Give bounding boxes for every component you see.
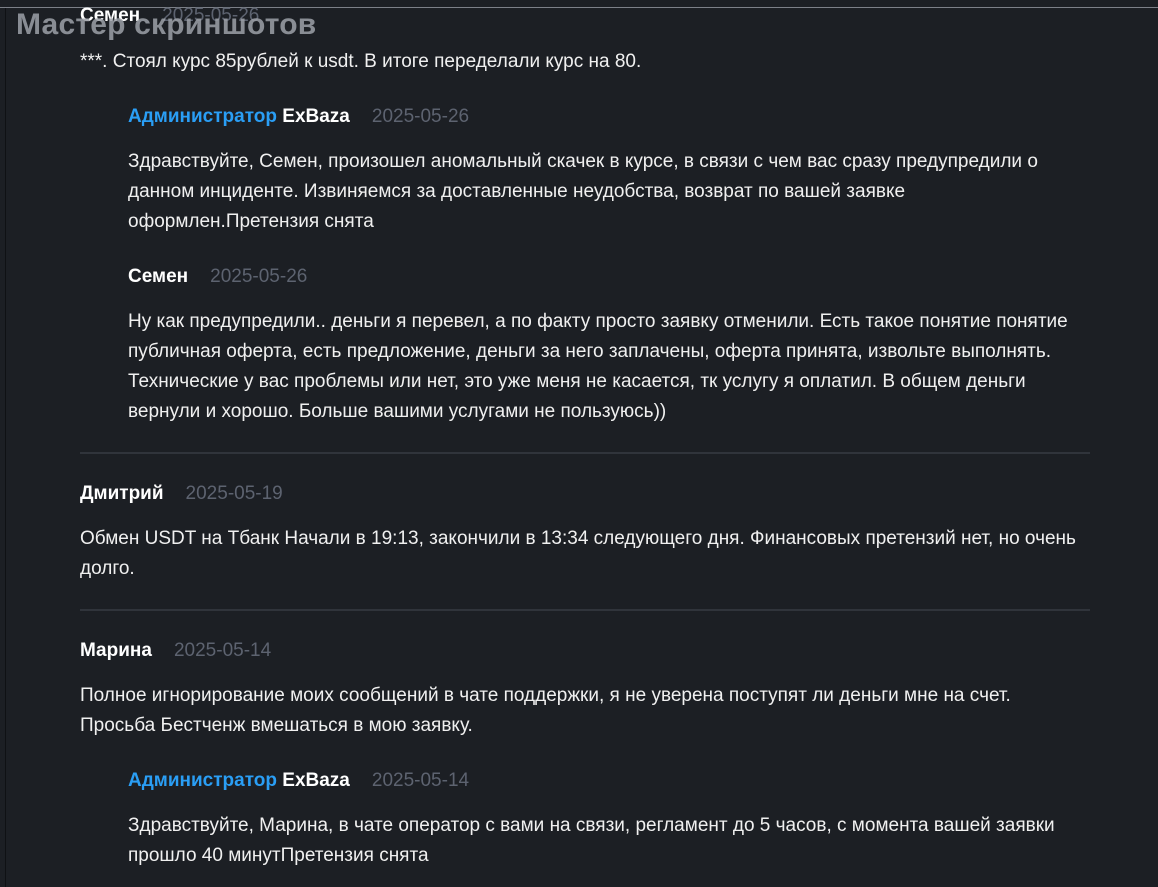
review-meta: Марина 2025-05-14 [80,639,1090,663]
reply-item: Администратор ExBaza 2025-05-14 Здравству… [128,769,1078,871]
window-left-border [0,8,6,887]
admin-role-label: Администратор [128,770,277,791]
review-meta: Дмитрий 2025-05-19 [80,482,1090,506]
reply-text: Здравствуйте, Семен, произошел аномальны… [128,151,1038,232]
reply-date: 2025-05-14 [371,770,470,791]
review-text: Полное игнорирование моих сообщений в ча… [80,685,1011,736]
review-text: ***. Стоял курс 85рублей к usdt. В итоге… [80,51,642,72]
review-author: Дмитрий [80,483,164,504]
review-divider [80,609,1090,611]
review-author: Марина [80,640,152,661]
reply-author: ExBaza [282,106,350,127]
watermark: Мастер скриншотов [16,8,317,41]
reply-text: Здравствуйте, Марина, в чате оператор с … [128,815,1055,866]
reply-meta: Семен 2025-05-26 [128,265,1088,289]
reply-date: 2025-05-26 [371,106,470,127]
reply-date: 2025-05-26 [210,266,308,287]
review-item: Марина 2025-05-14 Полное игнорирование мо… [80,639,1090,741]
review-item: Дмитрий 2025-05-19 Обмен USDT на Тбанк На… [80,482,1090,584]
reply-text: Ну как предупредили.. деньги я перевел, … [128,311,1068,422]
reply-item: Администратор ExBaza 2025-05-26 Здравству… [128,105,1098,237]
reply-author: ExBaza [282,770,350,791]
reply-meta: Администратор ExBaza 2025-05-14 [128,769,1078,793]
review-divider [80,452,1090,454]
review-date: 2025-05-19 [185,483,283,504]
review-date: 2025-05-14 [173,640,272,661]
reply-item: Семен 2025-05-26 Ну как предупредили.. де… [128,265,1088,427]
admin-role-label: Администратор [128,106,277,127]
review-text: Обмен USDT на Тбанк Начали в 19:13, зако… [80,528,1076,579]
reply-author: Семен [128,266,189,287]
reply-meta: Администратор ExBaza 2025-05-26 [128,105,1098,129]
